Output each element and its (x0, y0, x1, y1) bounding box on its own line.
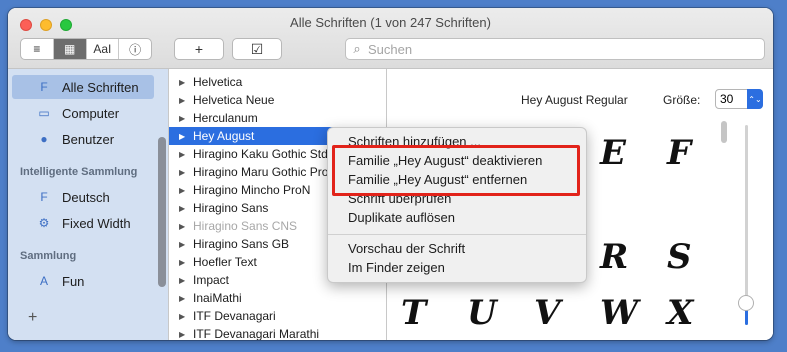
font-family-name: Helvetica Neue (193, 93, 275, 107)
font-family-name: Herculanum (193, 111, 258, 125)
user-icon: ● (40, 132, 48, 146)
disclosure-triangle-icon[interactable]: ▶ (179, 222, 189, 231)
info-icon[interactable]: ⓘ (119, 39, 151, 59)
size-label: Größe: (663, 93, 701, 107)
menu-separator (328, 234, 586, 235)
add-collection-button[interactable]: + (28, 309, 37, 327)
grid-view-icon[interactable]: ▦ (53, 39, 87, 59)
disclosure-triangle-icon[interactable]: ▶ (179, 312, 189, 321)
size-combo-box[interactable]: 30 ⌃⌄ (715, 89, 763, 109)
disclosure-triangle-icon[interactable]: ▶ (179, 150, 189, 159)
font-list-row[interactable]: ▶ Helvetica Neue (169, 91, 387, 109)
font-family-name: Hiragino Sans GB (193, 237, 290, 251)
font-family-name: Hiragino Maru Gothic ProN (193, 165, 338, 179)
titlebar: Alle Schriften (1 von 247 Schriften) ≡ ▦… (8, 8, 773, 69)
gear-icon: ⚙ (38, 216, 50, 230)
font-family-name: Hey August (193, 129, 255, 143)
disclosure-triangle-icon[interactable]: ▶ (179, 258, 189, 267)
disclosure-triangle-icon[interactable]: ▶ (179, 204, 189, 213)
context-menu: Schriften hinzufügen ... Familie „Hey Au… (327, 127, 587, 283)
search-placeholder: Suchen (368, 41, 413, 57)
disclosure-triangle-icon[interactable]: ▶ (179, 294, 189, 303)
glyph-sample: S (667, 237, 692, 277)
disclosure-triangle-icon[interactable]: ▶ (179, 114, 189, 123)
sidebar-item-deutsch[interactable]: F Deutsch (16, 185, 154, 209)
menu-item-resolve-duplicates[interactable]: Duplikate auflösen (348, 210, 455, 228)
preview-font-name: Hey August Regular (521, 93, 628, 107)
font-list-row[interactable]: ▶ Herculanum (169, 109, 387, 127)
sidebar-item-all-fonts[interactable]: F Alle Schriften (12, 75, 154, 99)
window-title: Alle Schriften (1 von 247 Schriften) (290, 15, 491, 30)
disclosure-triangle-icon[interactable]: ▶ (179, 330, 189, 339)
glyph-sample: F (667, 133, 692, 173)
disclosure-triangle-icon[interactable]: ▶ (179, 186, 189, 195)
size-value: 30 (720, 92, 734, 106)
font-list-row[interactable]: ▶ InaiMathi (169, 289, 387, 307)
menu-item-validate-font[interactable]: Schrift überprüfen (348, 191, 451, 209)
sidebar-item-fixed-width[interactable]: ⚙ Fixed Width (16, 211, 154, 235)
font-list-row[interactable]: ▶ ITF Devanagari (169, 307, 387, 325)
menu-item-remove-family[interactable]: Familie „Hey August“ entfernen (348, 172, 527, 190)
sidebar-scrollbar[interactable] (158, 137, 166, 287)
font-family-name: Impact (193, 273, 230, 287)
glyph-sample: U (467, 293, 497, 333)
sidebar-item-label: Alle Schriften (62, 79, 139, 95)
menu-item-preview-font[interactable]: Vorschau der Schrift (348, 241, 465, 259)
glyph-sample: V (534, 293, 561, 333)
sidebar-item-user[interactable]: ● Benutzer (16, 127, 154, 151)
sidebar-item-label: Benutzer (62, 131, 115, 147)
glyph-sample: X (667, 293, 694, 333)
chevron-updown-icon[interactable]: ⌃⌄ (747, 89, 763, 109)
sidebar-item-label: Fixed Width (62, 215, 131, 231)
font-family-name: ITF Devanagari Marathi (193, 327, 320, 340)
font-collection-icon: A (39, 274, 48, 288)
sample-view-icon[interactable]: AaI (87, 39, 120, 59)
validate-font-button[interactable]: ☑ (232, 38, 282, 60)
disclosure-triangle-icon[interactable]: ▶ (179, 240, 189, 249)
font-family-name: ITF Devanagari (193, 309, 276, 323)
disclosure-triangle-icon[interactable]: ▶ (179, 276, 189, 285)
view-mode-segmented-control: ≡ ▦ AaI ⓘ (20, 38, 152, 60)
font-family-name: Hiragino Kaku Gothic StdN (193, 147, 337, 161)
disclosure-triangle-icon[interactable]: ▶ (179, 132, 189, 141)
collection-header: Sammlung (20, 250, 77, 262)
sidebar-item-label: Computer (62, 105, 120, 121)
glyph-sample: E (600, 133, 626, 173)
search-icon: ⌕ (353, 41, 361, 56)
menu-item-show-in-finder[interactable]: Im Finder zeigen (348, 260, 445, 278)
size-slider-knob[interactable] (738, 295, 754, 311)
font-collection-icon: F (40, 80, 48, 94)
search-field[interactable]: ⌕ Suchen (345, 38, 765, 60)
font-list-row[interactable]: ▶ Helvetica (169, 73, 387, 91)
list-view-icon[interactable]: ≡ (21, 39, 54, 59)
font-family-name: Hoefler Text (193, 255, 257, 269)
disclosure-triangle-icon[interactable]: ▶ (179, 78, 189, 87)
computer-icon: ▭ (38, 106, 50, 120)
font-list-row[interactable]: ▶ ITF Devanagari Marathi (169, 325, 387, 340)
preview-scrollbar[interactable] (721, 121, 727, 143)
add-font-button[interactable]: + (174, 38, 224, 60)
sidebar-item-computer[interactable]: ▭ Computer (16, 101, 154, 125)
sidebar-item-label: Deutsch (62, 189, 110, 205)
menu-item-deactivate-family[interactable]: Familie „Hey August“ deaktivieren (348, 153, 542, 171)
font-family-name: InaiMathi (193, 291, 242, 305)
disclosure-triangle-icon[interactable]: ▶ (179, 96, 189, 105)
font-family-name: Hiragino Mincho ProN (193, 183, 311, 197)
sidebar-item-fun[interactable]: A Fun (16, 269, 154, 293)
glyph-sample: W (600, 293, 639, 333)
glyph-sample: R (600, 237, 629, 277)
sidebar-item-label: Fun (62, 273, 85, 289)
menu-item-add-fonts[interactable]: Schriften hinzufügen ... (348, 134, 481, 152)
font-family-name: Helvetica (193, 75, 243, 89)
font-family-name: Hiragino Sans (193, 201, 269, 215)
font-family-name: Hiragino Sans CNS (193, 219, 298, 233)
font-collection-icon: F (40, 190, 48, 204)
sidebar: F Alle Schriften ▭ Computer ● Benutzer I… (8, 69, 168, 340)
glyph-sample: T (401, 293, 427, 333)
disclosure-triangle-icon[interactable]: ▶ (179, 168, 189, 177)
smart-collection-header: Intelligente Sammlung (20, 166, 138, 178)
